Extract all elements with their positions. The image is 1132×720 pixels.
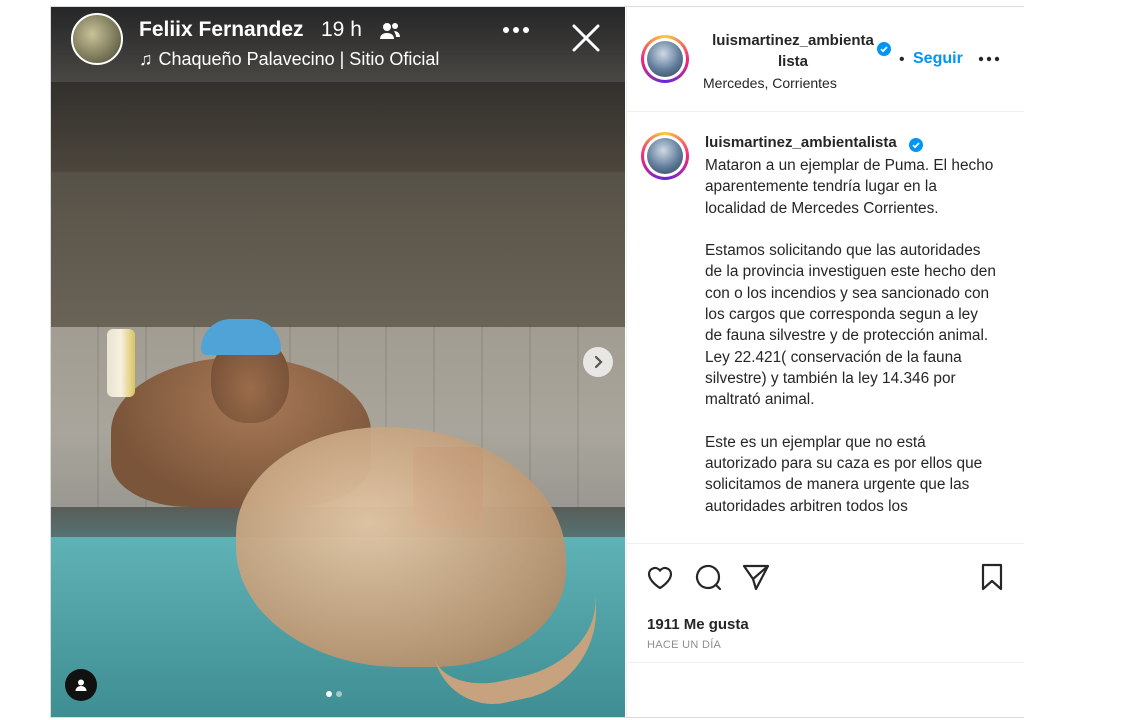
caption-text: Mataron a un ejemplar de Puma. El hecho …	[705, 157, 996, 515]
carousel-dot	[336, 691, 342, 697]
author-username-line1: luismartinez_ambienta	[712, 32, 874, 49]
photo-beer-can	[107, 329, 135, 397]
more-options-icon[interactable]	[977, 55, 1001, 63]
follow-button[interactable]: Seguir	[913, 50, 963, 68]
post-media[interactable]: Feliix Fernandez 19 h ♫ Chaqueño Palavec…	[51, 7, 625, 717]
author-avatar[interactable]	[641, 35, 689, 83]
chevron-right-icon	[594, 355, 603, 369]
author-username[interactable]: luismartinez_ambienta lista	[703, 30, 883, 72]
post-header: luismartinez_ambienta lista • Seguir Mer…	[627, 7, 1024, 112]
user-tag-button[interactable]	[65, 669, 97, 701]
caption-author-avatar[interactable]	[641, 132, 689, 180]
carousel-dot-active	[326, 691, 332, 697]
comment-icon[interactable]	[693, 562, 723, 592]
carousel-dots	[326, 691, 342, 697]
story-author-name[interactable]: Feliix Fernandez	[139, 18, 304, 42]
friends-icon	[380, 23, 400, 39]
author-username-line2: lista	[777, 53, 808, 70]
user-tag-icon	[75, 679, 87, 691]
story-time: 19 h	[321, 18, 362, 41]
close-icon[interactable]	[571, 23, 601, 53]
like-heart-icon[interactable]	[645, 562, 675, 592]
verified-badge-icon	[909, 138, 923, 152]
story-author-avatar[interactable]	[71, 13, 123, 65]
post-sidebar: luismartinez_ambienta lista • Seguir Mer…	[626, 7, 1024, 717]
likes-count[interactable]: 1911 Me gusta	[647, 616, 749, 633]
post-timestamp: HACE UN DÍA	[647, 639, 722, 651]
save-bookmark-icon[interactable]	[977, 562, 1007, 592]
story-music[interactable]: ♫ Chaqueño Palavecino | Sitio Oficial	[139, 49, 439, 70]
verified-badge-icon	[877, 42, 891, 56]
post-location[interactable]: Mercedes, Corrientes	[703, 75, 837, 91]
post-modal: Feliix Fernandez 19 h ♫ Chaqueño Palavec…	[50, 6, 1024, 718]
comment-box[interactable]	[627, 662, 1024, 719]
photo-cap	[201, 319, 281, 355]
more-icon[interactable]	[501, 25, 531, 35]
post-caption: luismartinez_ambientalista Mataron a un …	[627, 112, 1024, 542]
photo-ceiling	[51, 82, 625, 172]
caption-username[interactable]: luismartinez_ambientalista	[705, 134, 897, 151]
post-actions: 1911 Me gusta HACE UN DÍA	[627, 543, 1024, 718]
story-music-label: Chaqueño Palavecino | Sitio Oficial	[158, 49, 440, 69]
share-send-icon[interactable]	[741, 562, 771, 592]
music-note-icon: ♫	[139, 49, 153, 69]
header-separator: •	[899, 51, 905, 68]
next-slide-button[interactable]	[583, 347, 613, 377]
